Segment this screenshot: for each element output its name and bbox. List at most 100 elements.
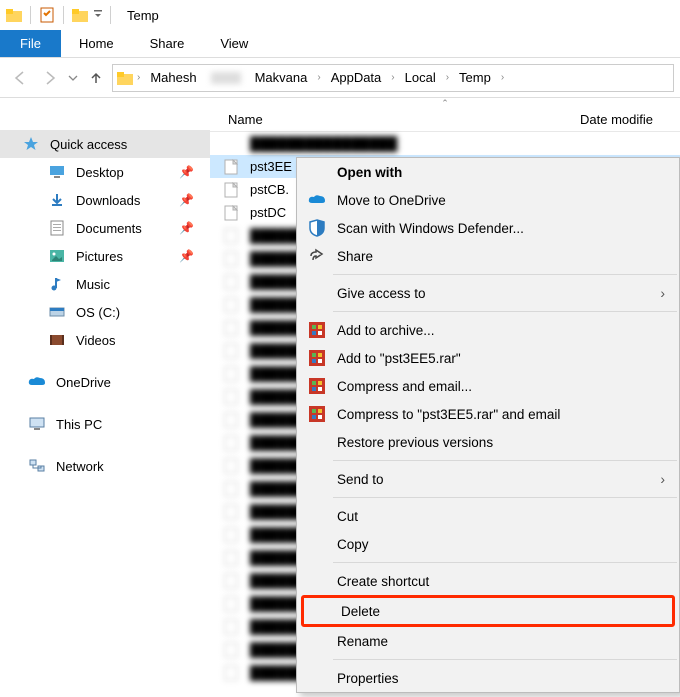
sidebar-label: Downloads: [76, 193, 140, 208]
ctx-label: Copy: [337, 537, 679, 552]
file-tab[interactable]: File: [0, 30, 61, 57]
pin-icon: 📌: [179, 193, 194, 207]
column-label: Name: [228, 112, 263, 127]
file-icon: [222, 158, 240, 176]
ctx-defender[interactable]: Scan with Windows Defender...: [297, 214, 679, 242]
properties-qat-icon[interactable]: [37, 5, 57, 25]
ctx-move-onedrive[interactable]: Move to OneDrive: [297, 186, 679, 214]
sidebar-thispc[interactable]: This PC: [0, 410, 210, 438]
ctx-add-archive[interactable]: Add to archive...: [297, 316, 679, 344]
share-icon: [307, 246, 327, 266]
sidebar-item-os[interactable]: OS (C:): [0, 298, 210, 326]
sidebar-item-music[interactable]: Music: [0, 270, 210, 298]
breadcrumb-item[interactable]: [205, 72, 247, 84]
separator: [333, 497, 677, 498]
window-title: Temp: [127, 8, 159, 23]
pin-icon: 📌: [179, 165, 194, 179]
column-name[interactable]: Name: [228, 112, 580, 127]
file-icon: [222, 664, 240, 682]
file-icon: [222, 434, 240, 452]
breadcrumb-item[interactable]: Makvana: [249, 70, 314, 85]
address-bar[interactable]: › Mahesh Makvana › AppData › Local › Tem…: [112, 64, 674, 92]
sidebar-onedrive[interactable]: OneDrive: [0, 368, 210, 396]
context-menu: Open with Move to OneDrive Scan with Win…: [296, 157, 680, 693]
chevron-up-icon[interactable]: ⌃: [210, 98, 680, 108]
sidebar-item-pictures[interactable]: Pictures 📌: [0, 242, 210, 270]
breadcrumb-item[interactable]: Local: [399, 70, 442, 85]
chevron-right-icon[interactable]: ›: [444, 72, 451, 83]
ctx-copy[interactable]: Copy: [297, 530, 679, 558]
file-icon: [222, 365, 240, 383]
sidebar-item-downloads[interactable]: Downloads 📌: [0, 186, 210, 214]
onedrive-icon: [28, 373, 46, 391]
ctx-label: Compress and email...: [337, 379, 679, 394]
ctx-compress-email[interactable]: Compress and email...: [297, 372, 679, 400]
music-icon: [48, 275, 66, 293]
file-icon: [222, 526, 240, 544]
chevron-right-icon: ›: [660, 285, 665, 301]
file-icon: [222, 342, 240, 360]
ctx-label: Add to archive...: [337, 323, 679, 338]
ctx-restore[interactable]: Restore previous versions: [297, 428, 679, 456]
tab-home[interactable]: Home: [61, 30, 132, 57]
ctx-label: Add to "pst3EE5.rar": [337, 351, 679, 366]
separator: [333, 460, 677, 461]
sidebar-network[interactable]: Network: [0, 452, 210, 480]
file-icon: [222, 503, 240, 521]
breadcrumb-item[interactable]: AppData: [325, 70, 388, 85]
sidebar-label: Music: [76, 277, 110, 292]
ctx-rename[interactable]: Rename: [297, 627, 679, 655]
crumb-label: Local: [405, 70, 436, 85]
column-date[interactable]: Date modifie: [580, 112, 680, 127]
file-icon: [222, 273, 240, 291]
chevron-right-icon[interactable]: ›: [499, 72, 506, 83]
file-icon: [222, 181, 240, 199]
forward-button[interactable]: [36, 64, 64, 92]
history-dropdown[interactable]: [66, 64, 80, 92]
sidebar-label: Network: [56, 459, 104, 474]
sidebar-item-documents[interactable]: Documents 📌: [0, 214, 210, 242]
ctx-share[interactable]: Share: [297, 242, 679, 270]
back-button[interactable]: [6, 64, 34, 92]
file-row[interactable]: ████████████████: [210, 132, 680, 155]
blank-icon: [307, 162, 327, 182]
chevron-right-icon[interactable]: ›: [389, 72, 396, 83]
column-label: Date modifie: [580, 112, 653, 127]
chevron-right-icon[interactable]: ›: [135, 72, 142, 83]
chevron-right-icon[interactable]: ›: [315, 72, 322, 83]
sidebar-item-desktop[interactable]: Desktop 📌: [0, 158, 210, 186]
ctx-open-with[interactable]: Open with: [297, 158, 679, 186]
file-icon: [222, 204, 240, 222]
file-icon: [222, 480, 240, 498]
breadcrumb-item[interactable]: Mahesh: [144, 70, 202, 85]
ctx-compress-rar-email[interactable]: Compress to "pst3EE5.rar" and email: [297, 400, 679, 428]
ctx-label: Delete: [341, 604, 672, 619]
up-button[interactable]: [82, 64, 110, 92]
sidebar-quick-access[interactable]: Quick access: [0, 130, 210, 158]
blank-icon: [307, 432, 327, 452]
qat-dropdown-icon[interactable]: [92, 5, 104, 25]
ctx-create-shortcut[interactable]: Create shortcut: [297, 567, 679, 595]
ctx-give-access[interactable]: Give access to ›: [297, 279, 679, 307]
file-icon: [222, 618, 240, 636]
breadcrumb-item[interactable]: Temp: [453, 70, 497, 85]
shield-icon: [307, 218, 327, 238]
ctx-properties[interactable]: Properties: [297, 664, 679, 692]
thispc-icon: [28, 415, 46, 433]
tab-share[interactable]: Share: [132, 30, 203, 57]
sidebar-label: Videos: [76, 333, 116, 348]
ctx-cut[interactable]: Cut: [297, 502, 679, 530]
file-icon: [222, 595, 240, 613]
sidebar-item-videos[interactable]: Videos: [0, 326, 210, 354]
ctx-send-to[interactable]: Send to ›: [297, 465, 679, 493]
file-icon: [222, 296, 240, 314]
ctx-delete[interactable]: Delete: [301, 595, 675, 627]
folder-icon: [117, 71, 133, 85]
ctx-label: Send to: [337, 472, 679, 487]
blank-icon: [307, 571, 327, 591]
tab-label: Home: [79, 36, 114, 51]
tab-view[interactable]: View: [202, 30, 266, 57]
ctx-add-rar[interactable]: Add to "pst3EE5.rar": [297, 344, 679, 372]
ctx-label: Give access to: [337, 286, 679, 301]
ctx-label: Share: [337, 249, 679, 264]
